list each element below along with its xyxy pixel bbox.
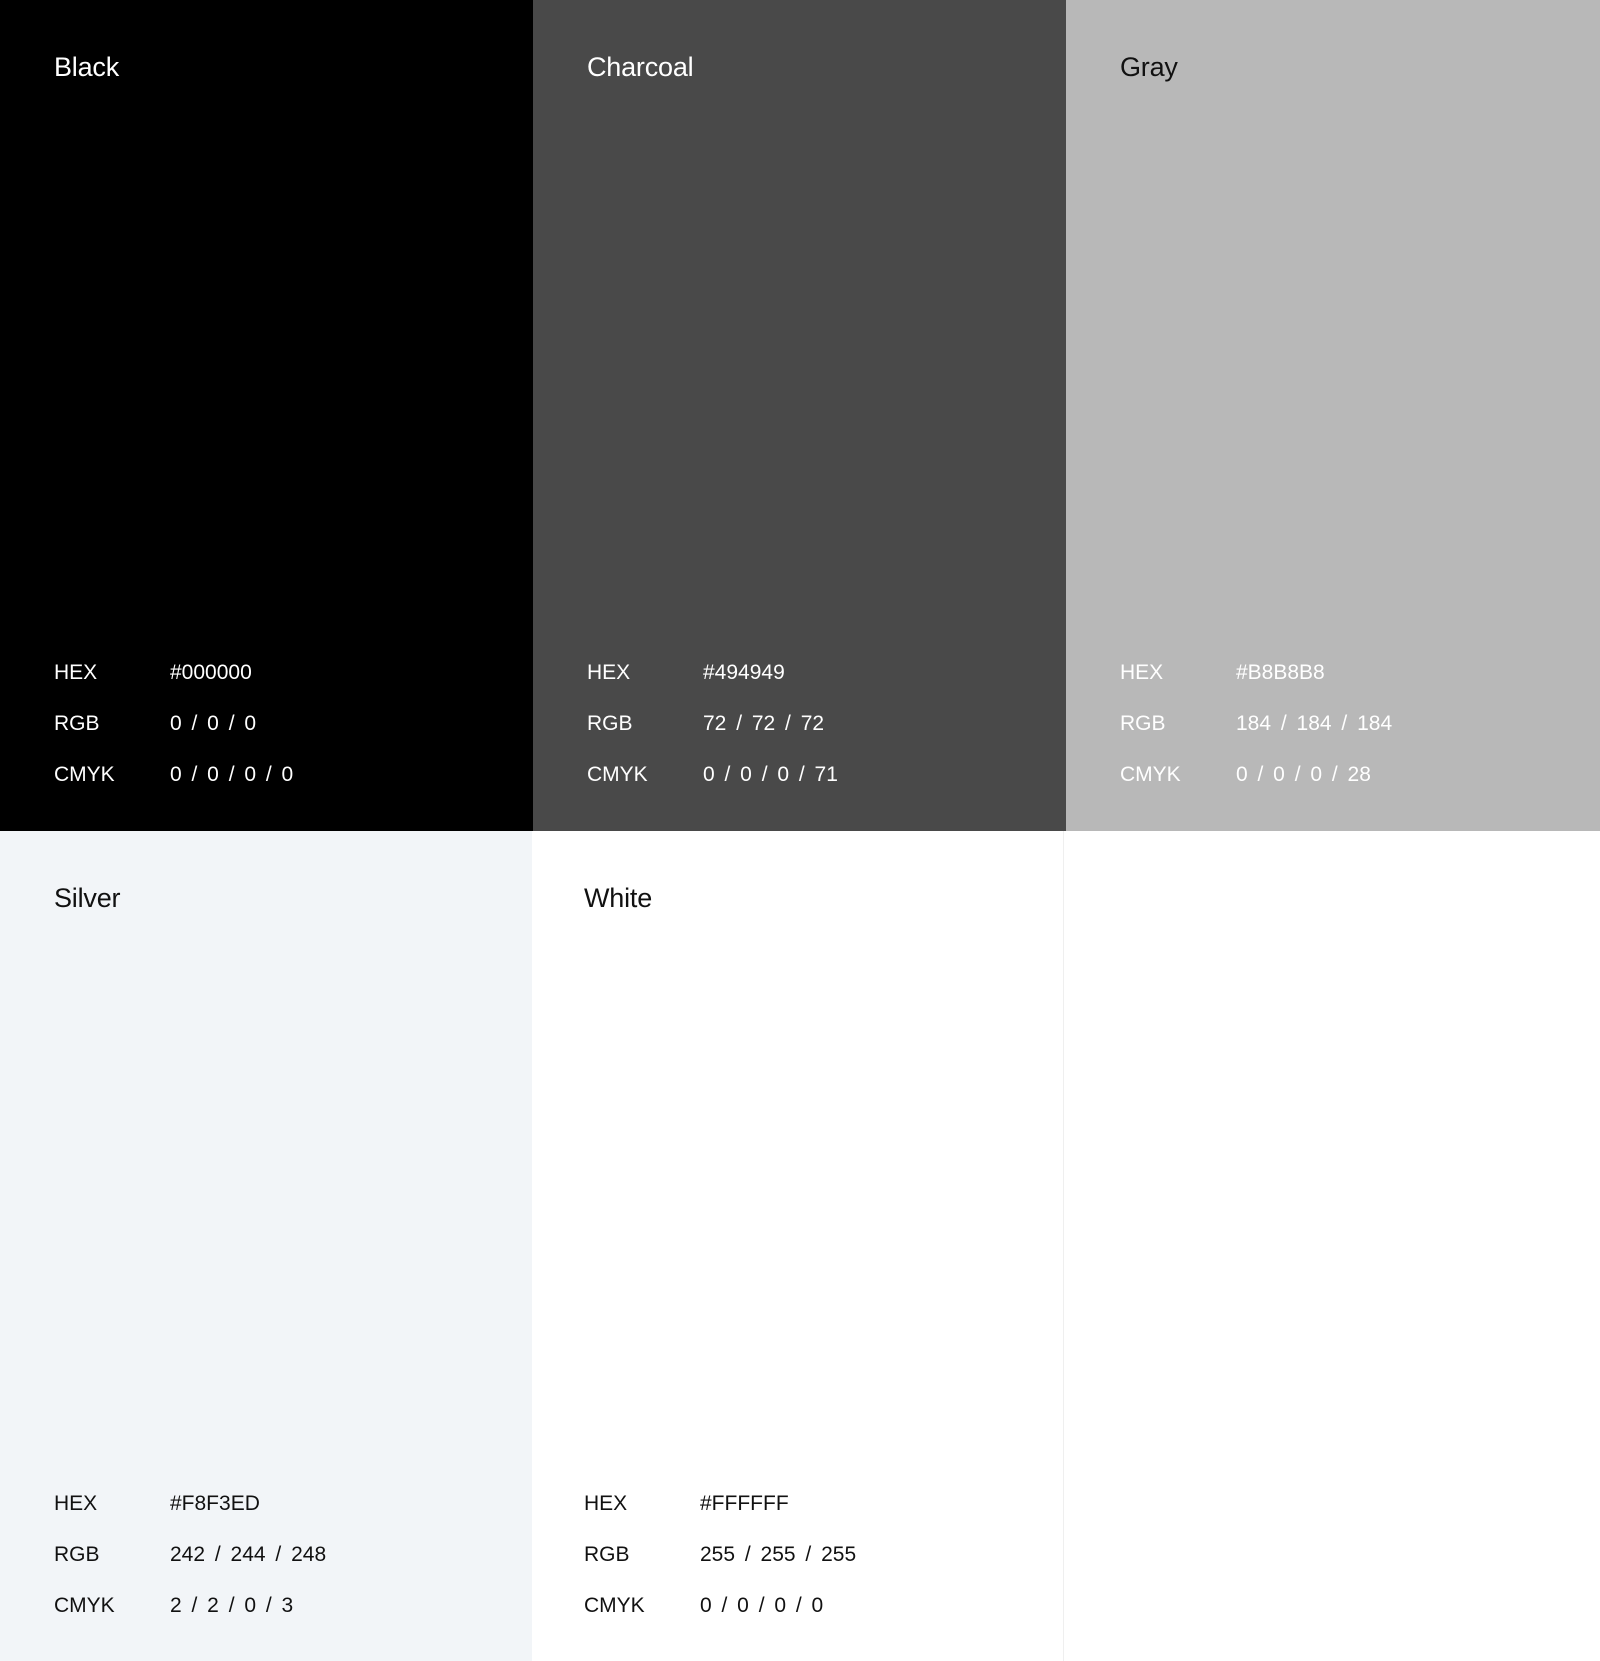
swatch-specs: HEX #B8B8B8 RGB 184 / 184 / 184 CMYK 0 /… xyxy=(1120,647,1392,800)
spec-row-hex: HEX #494949 xyxy=(587,647,838,698)
swatch-charcoal: Charcoal HEX #494949 RGB 72 / 72 / 72 CM… xyxy=(533,0,1066,831)
spec-label: HEX xyxy=(54,660,98,684)
swatch-specs: HEX #000000 RGB 0 / 0 / 0 CMYK 0 / 0 / 0… xyxy=(54,647,293,800)
spec-value: #FFFFFF xyxy=(700,1491,789,1515)
spec-row-rgb: RGB 72 / 72 / 72 xyxy=(587,698,838,749)
spec-label: HEX xyxy=(584,1491,628,1515)
spec-row-hex: HEX #F8F3ED xyxy=(54,1478,326,1529)
swatch-silver: Silver HEX #F8F3ED RGB 242 / 244 / 248 C… xyxy=(0,831,532,1661)
swatch-specs: HEX #FFFFFF RGB 255 / 255 / 255 CMYK 0 /… xyxy=(584,1478,856,1631)
swatch-specs: HEX #F8F3ED RGB 242 / 244 / 248 CMYK 2 /… xyxy=(54,1478,326,1631)
spec-value: 2 / 2 / 0 / 3 xyxy=(170,1593,294,1617)
spec-value: #F8F3ED xyxy=(170,1491,260,1515)
spec-value: 0 / 0 / 0 / 71 xyxy=(703,762,838,786)
spec-label: CMYK xyxy=(54,1593,115,1617)
spec-row-rgb: RGB 184 / 184 / 184 xyxy=(1120,698,1392,749)
spec-label: HEX xyxy=(1120,660,1164,684)
spec-value: #000000 xyxy=(170,660,252,684)
spec-label: CMYK xyxy=(584,1593,645,1617)
spec-label: CMYK xyxy=(587,762,648,786)
spec-row-rgb: RGB 0 / 0 / 0 xyxy=(54,698,293,749)
spec-value: #B8B8B8 xyxy=(1236,660,1325,684)
spec-label: RGB xyxy=(1120,711,1166,735)
spec-value: 72 / 72 / 72 xyxy=(703,711,825,735)
spec-value: 0 / 0 / 0 / 28 xyxy=(1236,762,1371,786)
swatch-name: Charcoal xyxy=(587,52,694,82)
swatch-name: White xyxy=(584,883,653,913)
spec-row-hex: HEX #000000 xyxy=(54,647,293,698)
spec-label: RGB xyxy=(54,1542,100,1566)
spec-row-rgb: RGB 255 / 255 / 255 xyxy=(584,1529,856,1580)
spec-row-hex: HEX #FFFFFF xyxy=(584,1478,856,1529)
swatch-black: Black HEX #000000 RGB 0 / 0 / 0 CMYK 0 /… xyxy=(0,0,533,831)
spec-value: 184 / 184 / 184 xyxy=(1236,711,1393,735)
spec-row-cmyk: CMYK 0 / 0 / 0 / 0 xyxy=(54,749,293,800)
spec-label: CMYK xyxy=(54,762,115,786)
spec-value: 0 / 0 / 0 xyxy=(170,711,257,735)
swatch-gray: Gray HEX #B8B8B8 RGB 184 / 184 / 184 CMY… xyxy=(1066,0,1600,831)
spec-label: RGB xyxy=(584,1542,630,1566)
spec-value: #494949 xyxy=(703,660,785,684)
spec-row-cmyk: CMYK 0 / 0 / 0 / 28 xyxy=(1120,749,1392,800)
spec-label: HEX xyxy=(54,1491,98,1515)
swatch-name: Black xyxy=(54,52,120,82)
spec-row-cmyk: CMYK 0 / 0 / 0 / 0 xyxy=(584,1580,856,1631)
swatch-specs: HEX #494949 RGB 72 / 72 / 72 CMYK 0 / 0 … xyxy=(587,647,838,800)
swatch-name: Gray xyxy=(1120,52,1178,82)
spec-label: RGB xyxy=(54,711,100,735)
spec-value: 255 / 255 / 255 xyxy=(700,1542,857,1566)
spec-label: CMYK xyxy=(1120,762,1181,786)
spec-value: 0 / 0 / 0 / 0 xyxy=(170,762,294,786)
spec-row-hex: HEX #B8B8B8 xyxy=(1120,647,1392,698)
spec-row-cmyk: CMYK 2 / 2 / 0 / 3 xyxy=(54,1580,326,1631)
empty-cell xyxy=(1064,831,1600,1661)
spec-label: HEX xyxy=(587,660,631,684)
spec-value: 242 / 244 / 248 xyxy=(170,1542,327,1566)
spec-value: 0 / 0 / 0 / 0 xyxy=(700,1593,824,1617)
swatch-name: Silver xyxy=(54,883,121,913)
spec-row-cmyk: CMYK 0 / 0 / 0 / 71 xyxy=(587,749,838,800)
spec-row-rgb: RGB 242 / 244 / 248 xyxy=(54,1529,326,1580)
spec-label: RGB xyxy=(587,711,633,735)
swatch-white: White HEX #FFFFFF RGB 255 / 255 / 255 CM… xyxy=(532,831,1064,1661)
color-palette-grid: Black HEX #000000 RGB 0 / 0 / 0 CMYK 0 /… xyxy=(0,0,1600,1661)
